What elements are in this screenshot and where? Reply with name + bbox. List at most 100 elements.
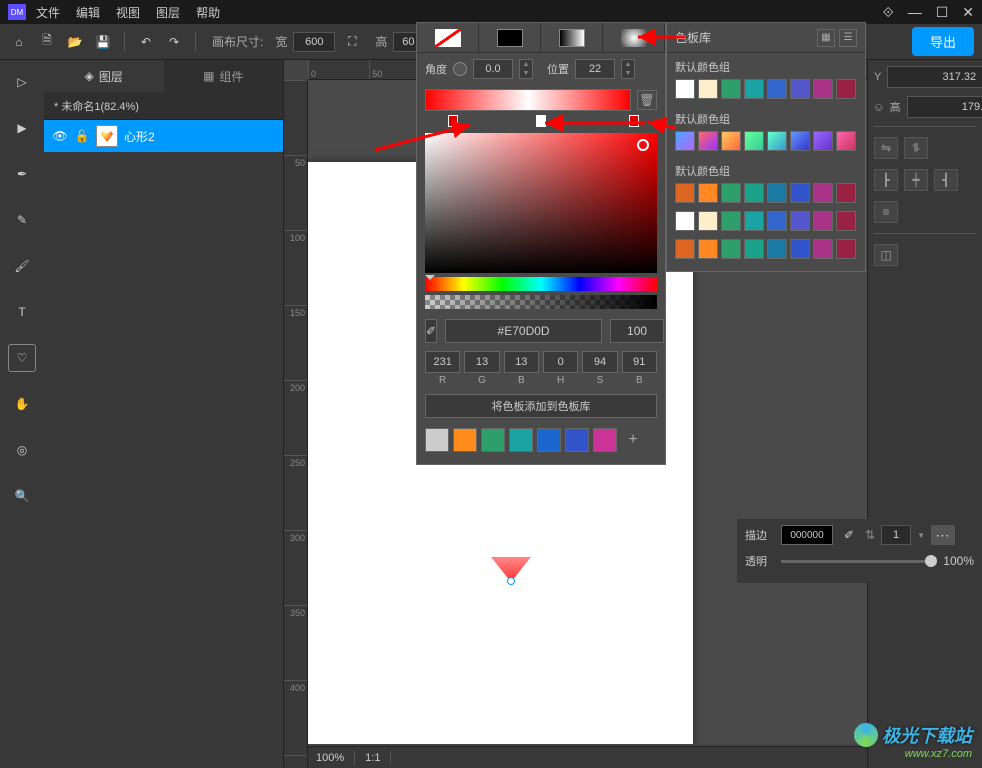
minimize-icon[interactable]: — — [908, 4, 922, 21]
r-input[interactable]: 231 — [425, 351, 460, 373]
menu-view[interactable]: 视图 — [116, 4, 140, 21]
swatch[interactable] — [509, 428, 533, 452]
swatch[interactable] — [721, 79, 741, 99]
dropdown-icon[interactable]: ▼ — [917, 531, 925, 540]
menu-edit[interactable]: 编辑 — [76, 4, 100, 21]
swatch[interactable] — [813, 79, 833, 99]
add-to-swatches-button[interactable]: 将色板添加到色板库 — [425, 394, 657, 418]
save-icon[interactable]: 💾 — [92, 31, 114, 53]
gradient-preview-bar[interactable] — [425, 89, 631, 111]
swatch[interactable] — [813, 211, 833, 231]
menu-layer[interactable]: 图层 — [156, 4, 180, 21]
direct-select-tool-icon[interactable]: ▶ — [8, 114, 36, 142]
gradient-stop-1[interactable] — [448, 115, 458, 127]
saturation-value-picker[interactable] — [425, 133, 657, 273]
hex-input[interactable] — [445, 319, 602, 343]
swatch[interactable] — [698, 183, 718, 203]
swatch[interactable] — [744, 211, 764, 231]
swatch[interactable] — [721, 239, 741, 259]
swatch[interactable] — [675, 239, 695, 259]
link-dims-icon[interactable]: ⛶ — [341, 31, 363, 53]
gradient-stop-3[interactable] — [629, 115, 639, 127]
swatch[interactable] — [698, 211, 718, 231]
swatch[interactable] — [675, 211, 695, 231]
swatch[interactable] — [721, 131, 741, 151]
heart-shape[interactable] — [491, 557, 531, 582]
swatch[interactable] — [453, 428, 477, 452]
position-input[interactable]: 22 — [575, 59, 615, 79]
home-icon[interactable]: ⌂ — [8, 31, 30, 53]
swatch[interactable] — [425, 428, 449, 452]
slider-knob[interactable] — [925, 555, 937, 567]
eyedropper-icon[interactable]: ✐ — [839, 525, 859, 545]
swatch[interactable] — [744, 79, 764, 99]
menu-help[interactable]: 帮助 — [196, 4, 220, 21]
swatch[interactable] — [675, 79, 695, 99]
swatch[interactable] — [767, 239, 787, 259]
boolean-icon[interactable]: ◫ — [874, 244, 898, 266]
hue-slider[interactable] — [425, 277, 657, 291]
list-view-icon[interactable]: ☰ — [839, 29, 857, 47]
grid-view-icon[interactable]: ▦ — [817, 29, 835, 47]
hue-pointer[interactable] — [425, 275, 435, 285]
undo-icon[interactable]: ↶ — [135, 31, 157, 53]
swatch[interactable] — [790, 211, 810, 231]
flip-v-icon[interactable]: ⥮ — [904, 137, 928, 159]
flip-h-icon[interactable]: ⇋ — [874, 137, 898, 159]
add-swatch-icon[interactable]: + — [621, 428, 645, 452]
redo-icon[interactable]: ↷ — [163, 31, 185, 53]
export-button[interactable]: 导出 — [912, 27, 974, 56]
eyedropper-icon[interactable]: ✐ — [425, 319, 437, 343]
spinner-icon[interactable]: ⇅ — [865, 528, 875, 542]
swatch[interactable] — [744, 239, 764, 259]
fill-radial-button[interactable] — [603, 23, 665, 52]
distribute-icon[interactable]: ≡ — [874, 201, 898, 223]
swatch[interactable] — [744, 183, 764, 203]
angle-dial[interactable] — [453, 62, 467, 76]
canvas-width-input[interactable] — [293, 32, 335, 52]
b-input[interactable]: 13 — [504, 351, 539, 373]
swatch[interactable] — [593, 428, 617, 452]
swatch[interactable] — [813, 183, 833, 203]
delete-stop-icon[interactable]: 🗑 — [637, 90, 657, 110]
position-spinner[interactable]: ▲▼ — [621, 59, 635, 79]
hand-tool-icon[interactable]: ✋ — [8, 390, 36, 418]
y-input[interactable] — [887, 66, 982, 88]
shape-handle[interactable] — [507, 577, 515, 585]
brush-tool-icon[interactable]: 🖌 — [8, 252, 36, 280]
height-input[interactable] — [907, 96, 982, 118]
layer-row[interactable]: 👁 🔓 心形2 — [44, 120, 283, 152]
swatch[interactable] — [813, 131, 833, 151]
swatch[interactable] — [836, 239, 856, 259]
swatch[interactable] — [836, 211, 856, 231]
swatch[interactable] — [565, 428, 589, 452]
swatch[interactable] — [767, 131, 787, 151]
swatch[interactable] — [675, 183, 695, 203]
fill-linear-button[interactable] — [541, 23, 603, 52]
swatch[interactable] — [767, 183, 787, 203]
tab-components[interactable]: ▦组件 — [164, 60, 284, 92]
align-center-icon[interactable]: ┿ — [904, 169, 928, 191]
stroke-color-input[interactable]: 000000 — [781, 525, 833, 545]
extra-icon[interactable]: ⟐ — [883, 4, 894, 21]
curve-tool-icon[interactable]: ✎ — [8, 206, 36, 234]
swatch[interactable] — [813, 239, 833, 259]
swatch[interactable] — [698, 239, 718, 259]
text-tool-icon[interactable]: T — [8, 298, 36, 326]
br-input[interactable]: 91 — [622, 351, 657, 373]
swatch[interactable] — [790, 239, 810, 259]
fill-none-button[interactable] — [417, 23, 479, 52]
align-right-icon[interactable]: ┫ — [934, 169, 958, 191]
zoom-tool-icon[interactable]: 🔍 — [8, 482, 36, 510]
swatch[interactable] — [744, 131, 764, 151]
align-left-icon[interactable]: ┣ — [874, 169, 898, 191]
angle-spinner[interactable]: ▲▼ — [519, 59, 533, 79]
angle-input[interactable]: 0.0 — [473, 59, 513, 79]
alpha-slider[interactable] — [425, 295, 657, 309]
h-input[interactable]: 0 — [543, 351, 578, 373]
document-tab[interactable]: * 未命名1(82.4%) — [44, 92, 283, 120]
sv-cursor[interactable] — [637, 139, 649, 151]
shape-tool-icon[interactable]: ♡ — [8, 344, 36, 372]
swatch[interactable] — [836, 131, 856, 151]
s-input[interactable]: 94 — [582, 351, 617, 373]
